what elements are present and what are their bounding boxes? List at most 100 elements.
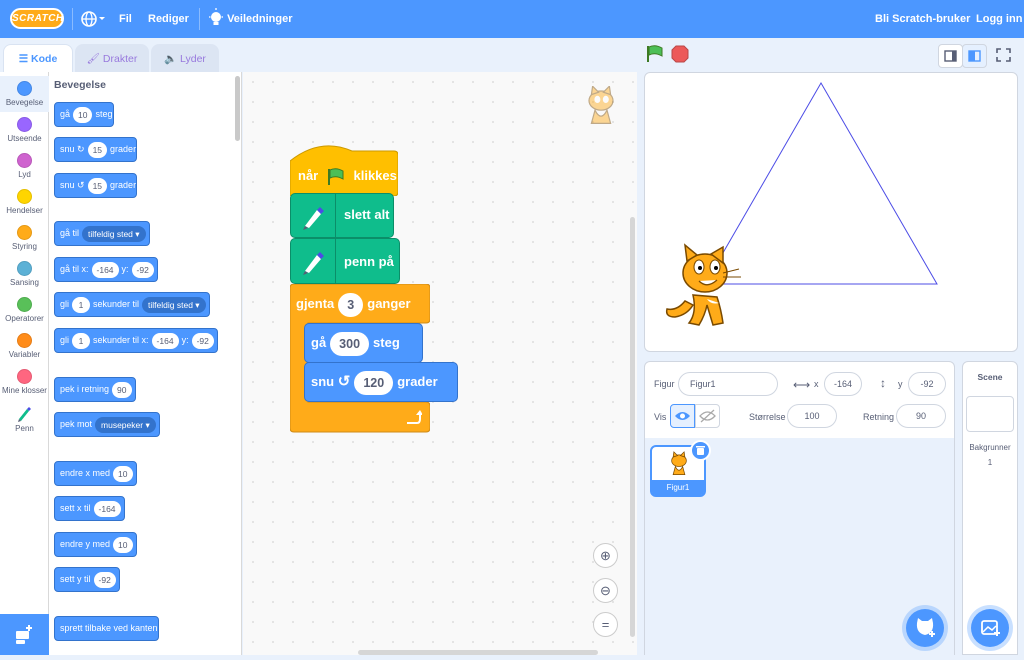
large-stage-button[interactable] (962, 44, 987, 68)
eye-hidden-icon (699, 409, 716, 423)
block-text: grader (110, 144, 137, 154)
tab-sounds[interactable]: 🔈 Lyder (151, 44, 219, 72)
choose-backdrop-button[interactable] (971, 609, 1009, 647)
block-input[interactable]: 90 (112, 381, 132, 398)
block-text: pek mot (60, 419, 93, 429)
block-turn-right[interactable]: snu ↻ 15 grader (54, 137, 138, 162)
block-input[interactable]: 15 (87, 177, 108, 194)
category-events[interactable]: Hendelser (0, 184, 49, 220)
block-text: pek i retning (60, 384, 110, 394)
image-add-icon (981, 620, 1000, 636)
block-dropdown[interactable]: musepeker ▾ (95, 416, 156, 433)
block-text: y: (181, 335, 189, 345)
block-change-y[interactable]: endre y med 10 (54, 532, 137, 557)
block-input[interactable]: 10 (113, 536, 133, 553)
size-field[interactable]: 100 (787, 404, 837, 428)
block-pen-clear[interactable]: slett alt (290, 193, 394, 238)
block-input[interactable]: 1 (72, 332, 91, 349)
block-input[interactable]: -164 (151, 332, 179, 349)
category-dot (17, 261, 32, 276)
y-field[interactable]: -92 (908, 372, 946, 396)
pen-icon (303, 207, 324, 230)
small-stage-button[interactable] (938, 44, 963, 68)
show-visible-button[interactable] (670, 404, 695, 428)
file-menu[interactable]: Fil (119, 0, 132, 38)
block-set-x[interactable]: sett x til -164 (54, 496, 125, 521)
palette-scrollbar[interactable] (235, 76, 240, 141)
choose-sprite-button[interactable] (906, 609, 944, 647)
block-turn-left[interactable]: snu ↺ 15 grader (54, 173, 138, 198)
pen-icon (303, 252, 324, 275)
block-input[interactable]: 120 (354, 370, 394, 395)
tab-code[interactable]: ☰ Kode (3, 44, 73, 72)
block-input[interactable]: 15 (87, 141, 108, 158)
block-dropdown[interactable]: tilfeldig sted ▾ (142, 296, 206, 313)
category-looks[interactable]: Utseende (0, 112, 49, 148)
sprite-name-field[interactable]: Figur1 (678, 372, 778, 396)
block-glide[interactable]: gli 1 sekunder til tilfeldig sted ▾ (54, 292, 210, 317)
block-bounce[interactable]: sprett tilbake ved kanten (54, 616, 159, 641)
block-input[interactable]: 10 (113, 465, 133, 482)
green-flag-button[interactable] (645, 44, 665, 64)
category-dot (17, 225, 32, 240)
block-input[interactable]: 300 (330, 331, 370, 356)
join-scratch-link[interactable]: Bli Scratch-bruker (875, 0, 970, 38)
zoom-reset-button[interactable]: = (593, 612, 618, 637)
category-variables[interactable]: Variabler (0, 328, 49, 364)
cat-add-icon (916, 618, 935, 637)
category-sound[interactable]: Lyd (0, 148, 49, 184)
login-link[interactable]: Logg inn (976, 0, 1022, 38)
block-input[interactable]: -92 (191, 332, 214, 349)
category-control[interactable]: Styring (0, 220, 49, 256)
block-pen-down[interactable]: penn på (290, 238, 400, 284)
category-operators[interactable]: Operatorer (0, 292, 49, 328)
add-extension-button[interactable] (0, 614, 49, 655)
delete-sprite-button[interactable] (690, 440, 711, 461)
block-goto[interactable]: gå til tilfeldig sted ▾ (54, 221, 150, 246)
category-label: Styring (12, 242, 37, 251)
block-set-y[interactable]: sett y til -92 (54, 567, 120, 592)
backdrops-count: 1 (987, 458, 993, 467)
x-field[interactable]: -164 (824, 372, 862, 396)
repeat-count-input[interactable]: 3 (338, 292, 364, 317)
category-motion[interactable]: Bevegelse (0, 76, 49, 112)
block-input[interactable]: -164 (93, 500, 121, 517)
hat-when-flag-clicked[interactable]: når klikkes (290, 141, 398, 196)
backdrop-thumbnail[interactable] (966, 396, 1014, 432)
block-input[interactable]: -164 (91, 261, 119, 278)
direction-field[interactable]: 90 (896, 404, 946, 428)
category-sensing[interactable]: Sansing (0, 256, 49, 292)
stop-button[interactable] (671, 45, 689, 63)
language-menu[interactable] (80, 0, 106, 38)
block-change-x[interactable]: endre x med 10 (54, 461, 137, 486)
category-my-blocks[interactable]: Mine klosser (0, 364, 49, 400)
block-input[interactable]: -92 (131, 261, 154, 278)
tutorials-menu[interactable]: Veiledninger (208, 0, 292, 38)
block-move-steps[interactable]: gå 10 steg (54, 102, 114, 127)
scratch-logo[interactable]: SCRATCH (10, 8, 64, 29)
block-turn-120[interactable]: snu ↺ 120 grader (304, 362, 458, 402)
block-text: snu (60, 180, 75, 190)
edit-menu[interactable]: Rediger (148, 0, 189, 38)
cat-sprite-thumb (671, 451, 687, 475)
block-point-direction[interactable]: pek i retning 90 (54, 377, 136, 402)
stage-canvas[interactable] (644, 72, 1018, 352)
cat-sprite[interactable] (663, 243, 745, 327)
zoom-in-button[interactable]: ⊕ (593, 543, 618, 568)
code-workspace[interactable]: når klikkes slett alt penn på gjenta 3 gan… (243, 72, 637, 655)
fullscreen-button[interactable] (992, 44, 1017, 68)
show-hidden-button[interactable] (695, 404, 720, 428)
workspace-hscrollbar[interactable] (358, 650, 598, 655)
block-glide-xy[interactable]: gli 1 sekunder til x: -164 y: -92 (54, 328, 218, 353)
block-goto-xy[interactable]: gå til x: -164 y: -92 (54, 257, 158, 282)
workspace-vscrollbar[interactable] (630, 217, 635, 637)
block-move-300[interactable]: gå 300 steg (304, 323, 423, 363)
tab-costumes[interactable]: 🖌 Drakter (75, 44, 149, 72)
block-point-towards[interactable]: pek mot musepeker ▾ (54, 412, 160, 437)
block-dropdown[interactable]: tilfeldig sted ▾ (82, 225, 146, 242)
block-input[interactable]: -92 (93, 571, 116, 588)
block-input[interactable]: 1 (72, 296, 91, 313)
block-input[interactable]: 10 (73, 106, 93, 123)
zoom-out-button[interactable]: ⊖ (593, 578, 618, 603)
category-pen[interactable]: Penn (0, 400, 49, 436)
